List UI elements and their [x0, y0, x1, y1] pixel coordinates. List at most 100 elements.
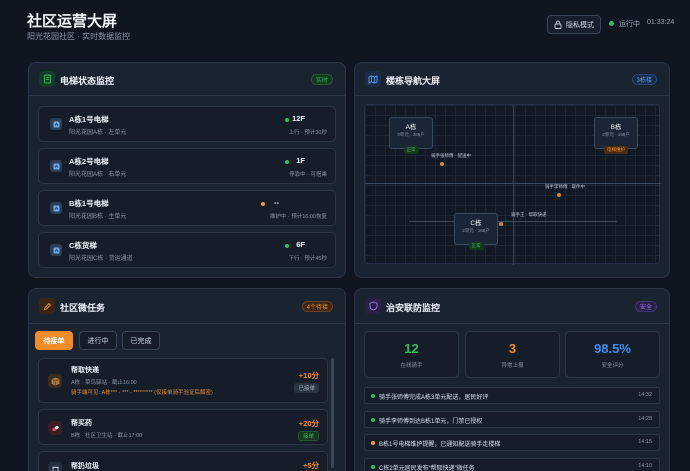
task-accepted-badge: 已接单 — [294, 383, 319, 393]
rider-marker[interactable] — [557, 193, 561, 197]
security-event-row[interactable]: C栋2单元居民发布“帮取快递”微任务 14:10 — [364, 458, 660, 471]
task-title: 帮买药 — [71, 420, 92, 427]
rider-label: 骑手李师傅 · 取件中 — [545, 184, 585, 189]
building-c-marker[interactable]: C栋 2单元 · 168户 正常 — [454, 213, 498, 250]
task-panel-title: 社区微任务 — [60, 303, 106, 313]
elevator-name: C栋货梯 — [69, 241, 97, 250]
task-card[interactable]: 帮扔垃圾 +5分 — [38, 451, 328, 471]
building-a-marker[interactable]: A栋 3单元 · 286户 正常 — [389, 117, 433, 154]
elevator-card[interactable]: B栋1号电梯阳光花园B栋 · 主单元 -- 维护中 · 预计16:00恢复 — [38, 190, 336, 226]
elevator-name: B栋1号电梯 — [69, 199, 109, 208]
task-title: 帮取快递 — [71, 367, 99, 374]
building-name: A栋 — [405, 124, 417, 131]
security-panel-icon — [365, 298, 381, 314]
elevator-icon — [50, 244, 62, 256]
event-text: B栋1号电梯维护提醒，已通知配送骑手走楼梯 — [379, 442, 501, 448]
safe-badge: 安全 — [634, 301, 657, 312]
event-time: 14:28 — [638, 416, 652, 422]
panel-divider — [29, 95, 345, 96]
stat-value: 98.5% — [594, 341, 631, 356]
accept-task-button[interactable]: 接单 — [297, 431, 319, 441]
trash-icon — [48, 462, 62, 471]
panel-divider — [29, 323, 345, 324]
elevator-status: 下行 · 预计45秒 — [288, 256, 327, 262]
rider-marker[interactable] — [440, 162, 444, 166]
elevator-status: 停靠中 · 可搭乘 — [289, 172, 327, 178]
realtime-badge: 实时 — [310, 74, 333, 85]
tab-pending[interactable]: 待接单 — [35, 331, 73, 350]
event-text: 骑手李师傅到达B栋1单元，门禁已授权 — [379, 419, 483, 425]
stat-value: 12 — [404, 341, 419, 356]
elevator-status: 维护中 · 预计16:00恢复 — [269, 214, 327, 220]
building-status-tag: 电梯维护 — [604, 146, 628, 154]
building-count-badge: 3栋楼 — [631, 74, 657, 85]
elevator-name: A栋1号电梯 — [69, 115, 109, 124]
event-time: 14:10 — [638, 463, 652, 469]
stat-label: 异常上报 — [501, 363, 524, 369]
task-meta: B栋 · 社区卫生站 · 截止17:00 — [71, 433, 143, 439]
safety-score-stat: 98.5% 安全评分 — [565, 331, 660, 378]
event-time: 14:32 — [638, 392, 652, 398]
tab-completed[interactable]: 已完成 — [122, 331, 160, 350]
shield-icon — [369, 301, 377, 311]
running-status-label: 运行中 — [619, 21, 640, 28]
building-status-tag: 正常 — [468, 242, 484, 250]
panel-divider — [355, 95, 669, 96]
building-status-tag: 正常 — [403, 146, 419, 154]
task-meta: A栋 · 菜鸟驿站 · 截止16:00 — [71, 380, 137, 386]
elevator-location: 阳光花园A栋 · 右单元 — [69, 172, 127, 178]
elevator-floor: 6F — [296, 240, 305, 249]
elevator-floor: 12F — [292, 114, 305, 123]
building-icon — [43, 74, 51, 84]
navigation-panel-icon — [365, 71, 381, 87]
page-subtitle: 阳光花园社区 · 实时数据监控 — [27, 32, 131, 41]
online-riders-stat: 12 在线骑手 — [364, 331, 459, 378]
rider-label: 骑手张师傅 · 配送中 — [431, 153, 471, 158]
security-event-row[interactable]: B栋1号电梯维护提醒，已通知配送骑手走楼梯 14:15 — [364, 434, 660, 451]
rider-marker[interactable] — [499, 222, 503, 226]
building-name: C栋 — [470, 220, 482, 227]
security-panel-title: 治安联防监控 — [386, 303, 441, 313]
event-status-dot — [371, 394, 375, 398]
elevator-state-dot — [285, 160, 289, 164]
elevator-state-dot — [285, 244, 289, 248]
elevator-card[interactable]: A栋1号电梯 阳光花园A栋 · 左单元 12F 上行 · 预计30秒 — [38, 106, 336, 142]
package-icon — [48, 374, 62, 388]
elevator-location: 阳光花园B栋 · 主单元 — [69, 214, 127, 220]
road-vertical — [513, 105, 514, 265]
pencil-icon — [43, 302, 51, 310]
task-panel-icon — [39, 298, 55, 314]
building-info: 2单元 · 198户 — [602, 132, 630, 137]
stat-label: 安全评分 — [601, 363, 624, 369]
security-event-row[interactable]: 骑手李师傅到达B栋1单元，门禁已授权 14:28 — [364, 411, 660, 428]
tab-in-progress[interactable]: 进行中 — [79, 331, 117, 350]
elevator-panel-icon — [39, 71, 55, 87]
elevator-state-dot — [285, 118, 289, 122]
task-reward: +10分 — [298, 371, 319, 380]
elevator-floor: -- — [274, 198, 279, 207]
task-card[interactable]: 帮取快递 A栋 · 菜鸟驿站 · 截止16:00 骑手端可见: A栋*** · … — [38, 358, 328, 403]
elevator-floor: 1F — [296, 156, 305, 165]
security-event-row[interactable]: 骑手张师傅完成A栋3单元配送，居民好评 14:32 — [364, 387, 660, 404]
stat-value: 3 — [508, 341, 517, 356]
task-card[interactable]: 帮买药 B栋 · 社区卫生站 · 截止17:00 +20分 接单 — [38, 409, 328, 445]
task-list-scrollbar[interactable] — [331, 358, 334, 468]
event-text: C栋2单元居民发布“帮取快递”微任务 — [379, 466, 475, 471]
page-title: 社区运营大屏 — [27, 13, 118, 30]
task-reward: +5分 — [302, 461, 319, 470]
elevator-location: 阳光花园A栋 · 左单元 — [69, 130, 127, 136]
abnormal-reports-stat: 3 异常上报 — [465, 331, 560, 378]
event-status-dot — [371, 465, 375, 469]
privacy-mode-button[interactable]: 隐私模式 — [547, 15, 601, 34]
task-reward: +20分 — [298, 419, 319, 428]
building-info: 3单元 · 286户 — [397, 132, 425, 137]
elevator-icon — [50, 160, 62, 172]
building-b-marker[interactable]: B栋 2单元 · 198户 电梯维护 — [594, 117, 638, 154]
navigation-panel-title: 楼栋导航大屏 — [386, 76, 441, 86]
road-horizontal-main — [365, 183, 661, 184]
elevator-card[interactable]: A栋2号电梯 阳光花园A栋 · 右单元 1F 停靠中 · 可搭乘 — [38, 148, 336, 184]
stat-label: 在线骑手 — [400, 363, 423, 369]
building-map[interactable]: A栋 3单元 · 286户 正常 B栋 2单元 · 198户 电梯维护 C栋 2… — [364, 104, 661, 265]
elevator-card[interactable]: C栋货梯 阳光花园C栋 · 货运通道 6F 下行 · 预计45秒 — [38, 232, 336, 268]
running-status-dot — [609, 21, 614, 26]
